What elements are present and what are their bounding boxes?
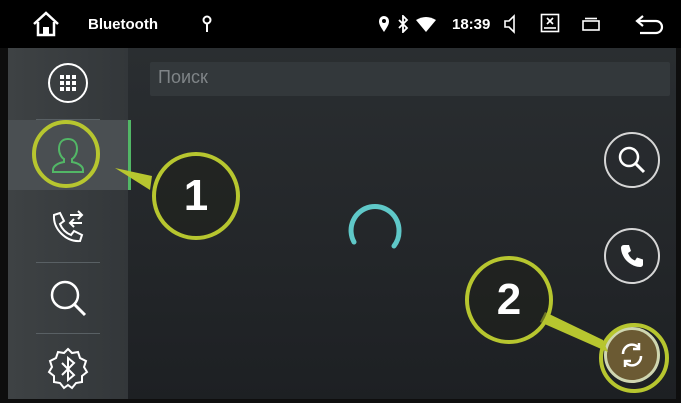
callout-label-1: 1 (183, 171, 209, 220)
callout-badge-2: 2 (465, 256, 553, 344)
callout-label-2: 2 (496, 275, 522, 324)
callout-ring-sync (599, 323, 669, 393)
callout-pointers (32, 120, 608, 352)
callout-badge-1: 1 (152, 152, 240, 240)
